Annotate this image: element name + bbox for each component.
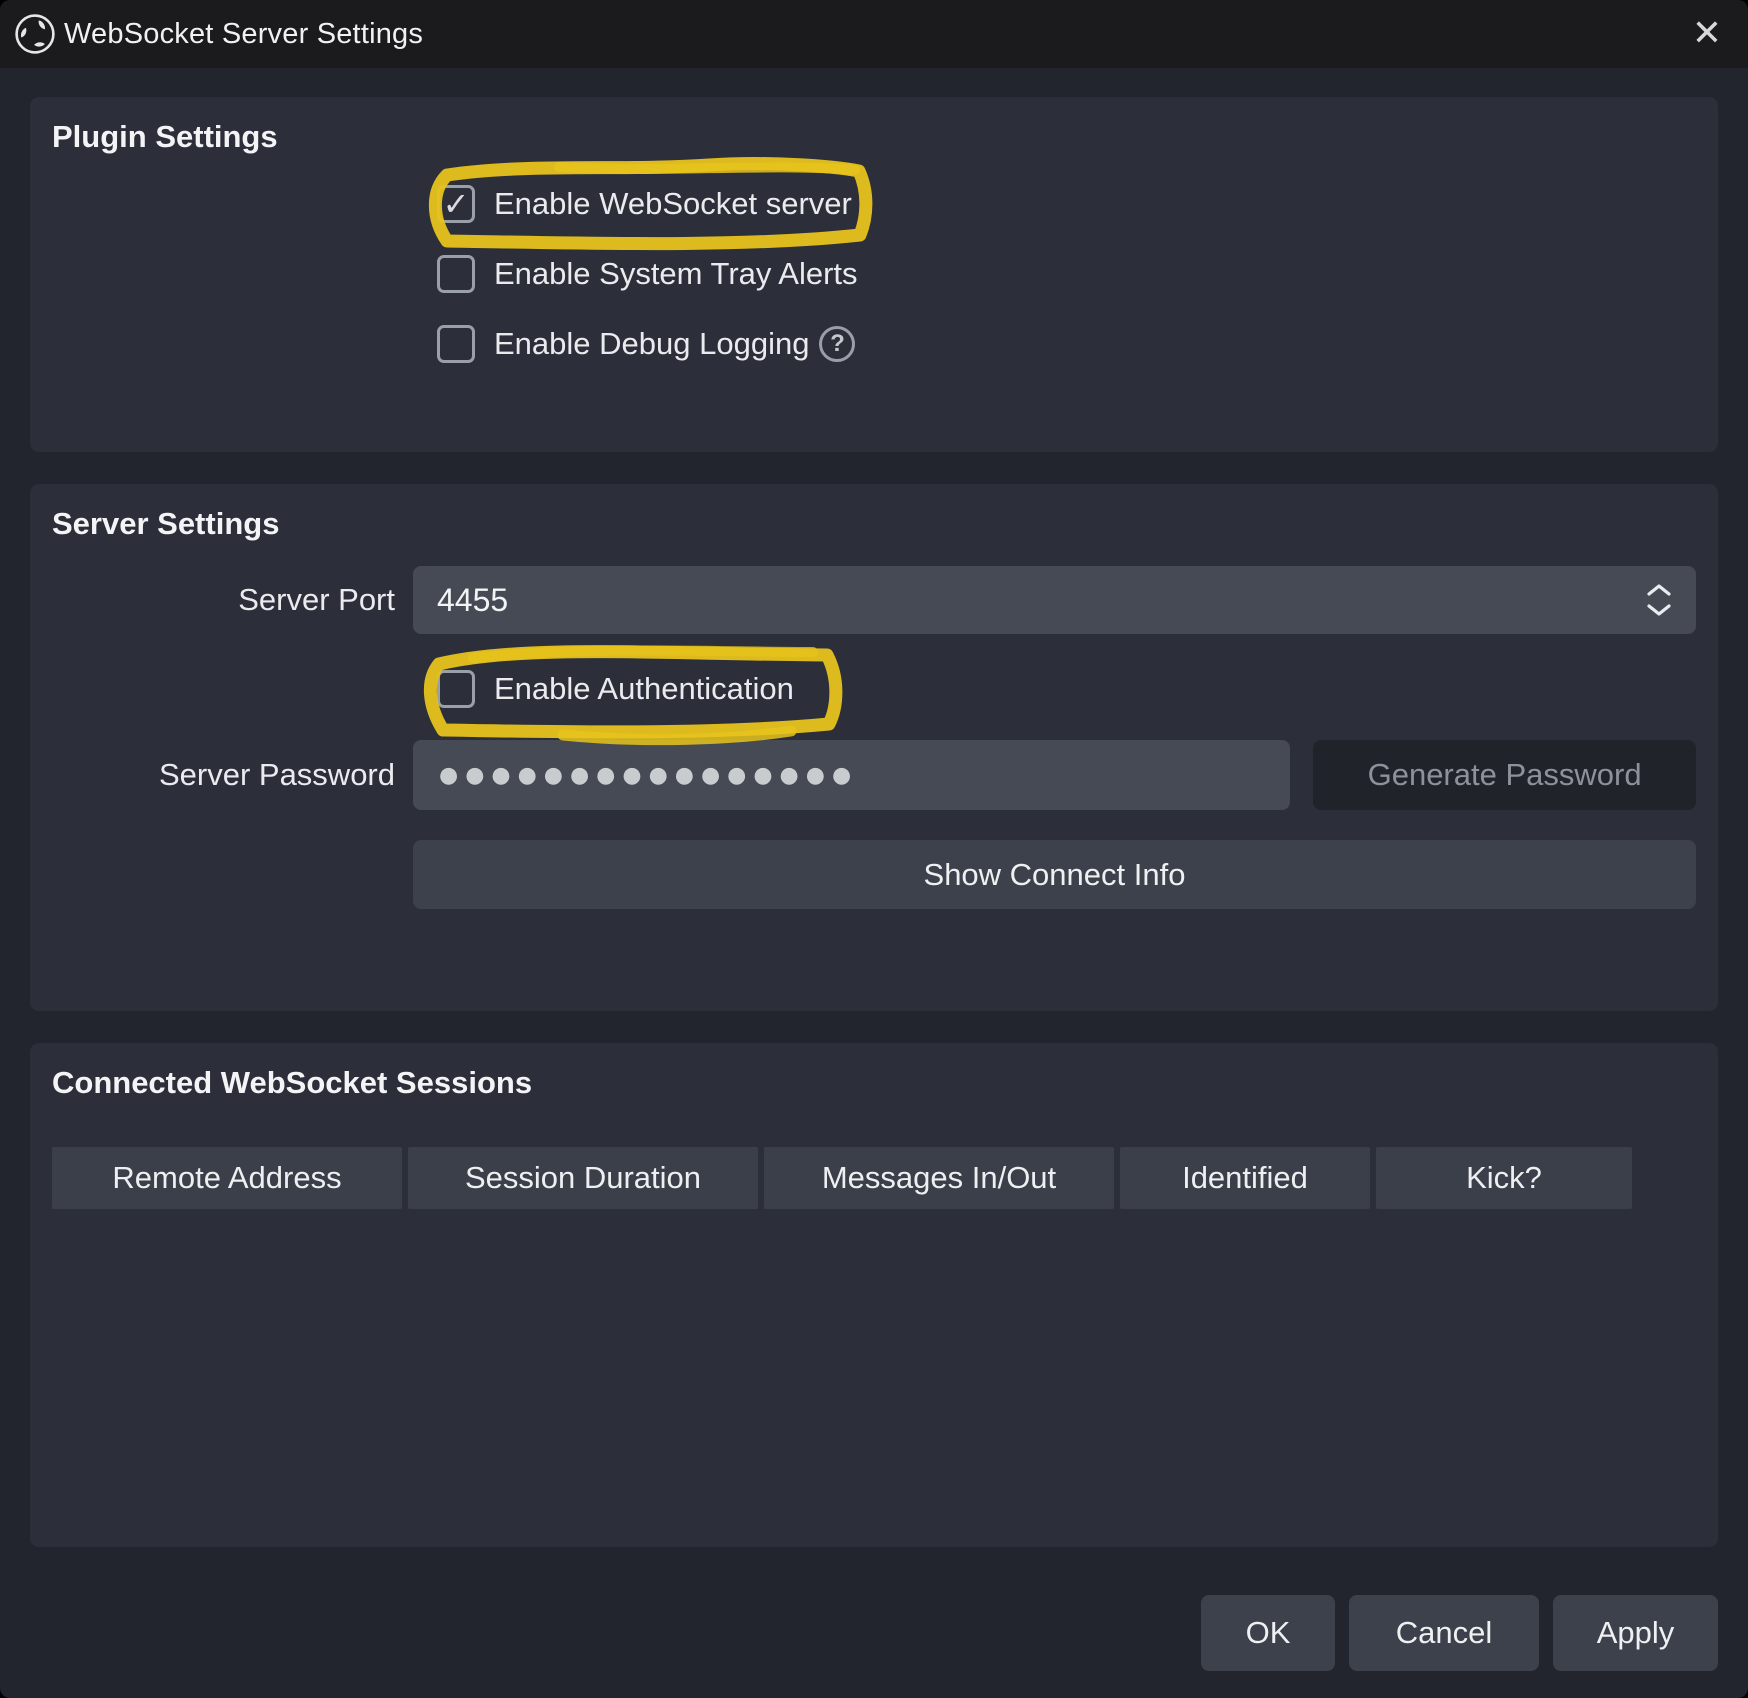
enable-debug-logging-checkbox[interactable] — [437, 325, 475, 363]
sessions-group: Connected WebSocket Sessions Remote Addr… — [30, 1043, 1718, 1547]
spin-down-icon[interactable] — [1646, 603, 1672, 617]
sessions-table-body — [52, 1209, 1696, 1469]
check-icon: ✓ — [443, 188, 470, 220]
enable-debug-logging-label: Enable Debug Logging — [494, 326, 809, 362]
help-icon[interactable]: ? — [819, 326, 855, 362]
cancel-button[interactable]: Cancel — [1349, 1595, 1539, 1671]
server-port-value: 4455 — [437, 582, 1646, 619]
enable-authentication-label: Enable Authentication — [494, 671, 794, 707]
column-header-remote-address[interactable]: Remote Address — [52, 1147, 402, 1209]
ok-button[interactable]: OK — [1201, 1595, 1335, 1671]
enable-authentication-row[interactable]: Enable Authentication — [437, 664, 794, 714]
enable-websocket-server-row[interactable]: ✓ Enable WebSocket server — [437, 179, 852, 229]
apply-button[interactable]: Apply — [1553, 1595, 1718, 1671]
enable-system-tray-alerts-checkbox[interactable] — [437, 255, 475, 293]
plugin-settings-group: Plugin Settings ✓ Enable WebSocket serve… — [30, 97, 1718, 452]
enable-debug-logging-row[interactable]: Enable Debug Logging ? — [437, 319, 855, 369]
enable-websocket-server-checkbox[interactable]: ✓ — [437, 185, 475, 223]
column-header-messages-in-out[interactable]: Messages In/Out — [764, 1147, 1114, 1209]
column-header-identified[interactable]: Identified — [1120, 1147, 1370, 1209]
column-header-session-duration[interactable]: Session Duration — [408, 1147, 758, 1209]
dialog-footer: OK Cancel Apply — [30, 1595, 1718, 1671]
server-password-input[interactable]: ●●●●●●●●●●●●●●●● — [413, 740, 1290, 810]
window-title: WebSocket Server Settings — [64, 18, 423, 51]
sessions-table-header: Remote Address Session Duration Messages… — [52, 1147, 1696, 1209]
server-port-input[interactable]: 4455 — [413, 566, 1696, 634]
spin-up-icon[interactable] — [1646, 583, 1672, 597]
server-port-label: Server Port — [52, 582, 413, 618]
enable-websocket-server-label: Enable WebSocket server — [494, 186, 852, 222]
server-settings-group: Server Settings Server Port 4455 — [30, 484, 1718, 1011]
server-password-row: Server Password ●●●●●●●●●●●●●●●● Generat… — [52, 740, 1696, 810]
enable-system-tray-alerts-label: Enable System Tray Alerts — [494, 256, 858, 292]
generate-password-button[interactable]: Generate Password — [1313, 740, 1696, 810]
enable-authentication-checkbox[interactable] — [437, 670, 475, 708]
server-settings-title: Server Settings — [52, 506, 1696, 542]
enable-system-tray-alerts-row[interactable]: Enable System Tray Alerts — [437, 249, 858, 299]
column-header-kick[interactable]: Kick? — [1376, 1147, 1632, 1209]
obs-logo-icon — [14, 13, 56, 55]
sessions-title: Connected WebSocket Sessions — [52, 1065, 1696, 1101]
websocket-settings-dialog: WebSocket Server Settings ✕ Plugin Setti… — [0, 0, 1748, 1698]
dialog-content: Plugin Settings ✓ Enable WebSocket serve… — [0, 68, 1748, 1671]
show-connect-info-row: Show Connect Info — [52, 840, 1696, 909]
server-port-row: Server Port 4455 — [52, 566, 1696, 634]
server-password-label: Server Password — [52, 757, 413, 793]
server-password-masked-value: ●●●●●●●●●●●●●●●● — [439, 763, 858, 788]
show-connect-info-button[interactable]: Show Connect Info — [413, 840, 1696, 909]
titlebar: WebSocket Server Settings ✕ — [0, 0, 1748, 68]
close-icon[interactable]: ✕ — [1692, 16, 1722, 52]
plugin-settings-title: Plugin Settings — [52, 119, 1696, 155]
